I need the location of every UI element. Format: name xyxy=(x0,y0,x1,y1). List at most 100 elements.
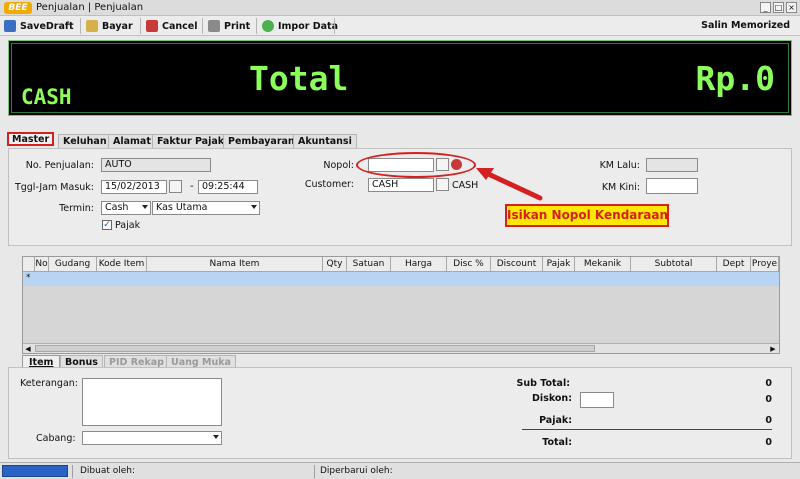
column-header[interactable]: Proye xyxy=(751,257,779,272)
tggl-jam-label: Tggl-Jam Masuk: xyxy=(14,182,94,193)
scrollbar-thumb[interactable] xyxy=(35,345,595,352)
undo-icon xyxy=(146,20,158,32)
termin-label: Termin: xyxy=(59,203,94,214)
pajak-value: 0 xyxy=(765,415,772,426)
app-logo: BEE xyxy=(4,2,32,14)
column-header[interactable]: Subtotal xyxy=(631,257,717,272)
impor-data-button[interactable]: Impor Data xyxy=(262,18,338,34)
kas-select[interactable]: Kas Utama xyxy=(152,201,260,215)
impor-data-label: Impor Data xyxy=(278,20,339,32)
cabang-select[interactable] xyxy=(82,431,222,445)
scroll-right-icon[interactable]: ▶ xyxy=(769,345,777,353)
column-header[interactable]: Nama Item xyxy=(147,257,323,272)
km-lalu-field xyxy=(646,158,698,172)
bayar-button[interactable]: Bayar xyxy=(86,18,133,34)
column-header[interactable]: Dept xyxy=(717,257,751,272)
nopol-label: Nopol: xyxy=(323,160,354,171)
tab-alamat[interactable]: Alamat xyxy=(108,134,156,148)
save-icon xyxy=(4,20,16,32)
bayar-label: Bayar xyxy=(102,20,133,32)
km-kini-label: KM Kini: xyxy=(601,182,640,193)
import-icon xyxy=(262,20,274,32)
column-header[interactable]: Gudang xyxy=(49,257,97,272)
nopol-callout: Isikan Nopol Kendaraan xyxy=(505,204,669,227)
column-header[interactable]: Disc % xyxy=(447,257,491,272)
printer-icon xyxy=(208,20,220,32)
no-penjualan-field: AUTO xyxy=(101,158,211,172)
time-input[interactable]: 09:25:44 xyxy=(198,180,258,194)
savedraft-label: SaveDraft xyxy=(20,20,74,32)
pajak-checkbox-label: Pajak xyxy=(115,220,141,231)
toolbar-separator xyxy=(256,18,257,34)
diskon-value: 0 xyxy=(765,394,772,405)
km-lalu-label: KM Lalu: xyxy=(599,160,640,171)
callout-arrow xyxy=(476,168,543,201)
pajak-checkbox[interactable]: ✓ xyxy=(102,220,112,230)
new-row-marker: * xyxy=(26,273,31,283)
scroll-left-icon[interactable]: ◀ xyxy=(24,345,32,353)
status-bar: Dibuat oleh: Diperbarui oleh: xyxy=(0,462,800,479)
subtotal-label: Sub Total: xyxy=(516,378,570,389)
pay-icon xyxy=(86,20,98,32)
toolbar: SaveDraft Bayar Cancel Print Impor Data xyxy=(0,16,800,36)
nopol-highlight-oval xyxy=(356,152,476,178)
termin-select[interactable]: Cash xyxy=(101,201,151,215)
calendar-icon[interactable] xyxy=(169,180,182,193)
tab-pembayaran[interactable]: Pembayaran xyxy=(223,134,300,148)
keterangan-textarea[interactable] xyxy=(82,378,222,426)
title-bar: BEE Penjualan | Penjualan _ □ × xyxy=(0,0,800,16)
display-total-amount: Rp.0 xyxy=(695,59,775,98)
item-grid: No Gudang Kode Item Nama Item Qty Satuan… xyxy=(22,256,780,354)
diperbarui-oleh: Diperbarui oleh: xyxy=(320,466,393,476)
toolbar-separator xyxy=(202,18,203,34)
diskon-label: Diskon: xyxy=(532,393,572,404)
tab-keluhan[interactable]: Keluhan xyxy=(58,134,112,148)
print-button[interactable]: Print xyxy=(208,18,250,34)
total-label: Total: xyxy=(542,437,572,448)
close-button[interactable]: × xyxy=(786,2,797,13)
tab-akuntansi[interactable]: Akuntansi xyxy=(293,134,357,148)
cancel-label: Cancel xyxy=(162,20,198,32)
date-input[interactable]: 15/02/2013 xyxy=(101,180,167,194)
cancel-button[interactable]: Cancel xyxy=(146,18,197,34)
column-header[interactable]: Discount xyxy=(491,257,543,272)
diskon-input[interactable] xyxy=(580,392,614,408)
tab-master[interactable]: Master xyxy=(7,132,55,146)
display-payment-type: CASH xyxy=(21,85,72,109)
toolbar-separator xyxy=(140,18,141,34)
km-kini-input[interactable] xyxy=(646,178,698,194)
column-header[interactable]: Satuan xyxy=(347,257,391,272)
cabang-label: Cabang: xyxy=(36,433,76,444)
no-penjualan-label: No. Penjualan: xyxy=(25,160,94,171)
column-header[interactable]: No xyxy=(35,257,49,272)
column-header[interactable]: Mekanik xyxy=(575,257,631,272)
date-time-separator: - xyxy=(190,181,194,192)
maximize-button[interactable]: □ xyxy=(773,2,784,13)
grid-corner xyxy=(23,257,35,272)
tab-faktur-pajak[interactable]: Faktur Pajak xyxy=(152,134,230,148)
total-display: CASH Total Rp.0 xyxy=(8,40,792,116)
table-row[interactable]: * xyxy=(23,272,779,286)
status-separator xyxy=(72,465,73,478)
termin-value: Cash xyxy=(105,202,129,213)
column-header[interactable]: Harga xyxy=(391,257,447,272)
total-divider xyxy=(522,429,772,430)
chevron-down-icon xyxy=(213,435,219,439)
column-header[interactable]: Pajak xyxy=(543,257,575,272)
progress-indicator xyxy=(2,465,68,477)
column-header[interactable]: Kode Item xyxy=(97,257,147,272)
customer-input[interactable]: CASH xyxy=(368,178,434,192)
pajak-label: Pajak: xyxy=(539,415,572,426)
column-header[interactable]: Qty xyxy=(323,257,347,272)
customer-label: Customer: xyxy=(304,179,354,190)
horizontal-scrollbar[interactable]: ◀ ▶ xyxy=(23,343,779,353)
savedraft-button[interactable]: SaveDraft xyxy=(4,18,74,34)
toolbar-separator xyxy=(334,18,335,34)
search-icon[interactable] xyxy=(436,178,449,191)
total-value: 0 xyxy=(765,437,772,448)
kas-value: Kas Utama xyxy=(156,202,208,213)
total-display-frame xyxy=(11,43,789,113)
dibuat-oleh: Dibuat oleh: xyxy=(80,466,136,476)
salin-memorized-button[interactable]: Salin Memorized xyxy=(701,20,790,31)
minimize-button[interactable]: _ xyxy=(760,2,771,13)
